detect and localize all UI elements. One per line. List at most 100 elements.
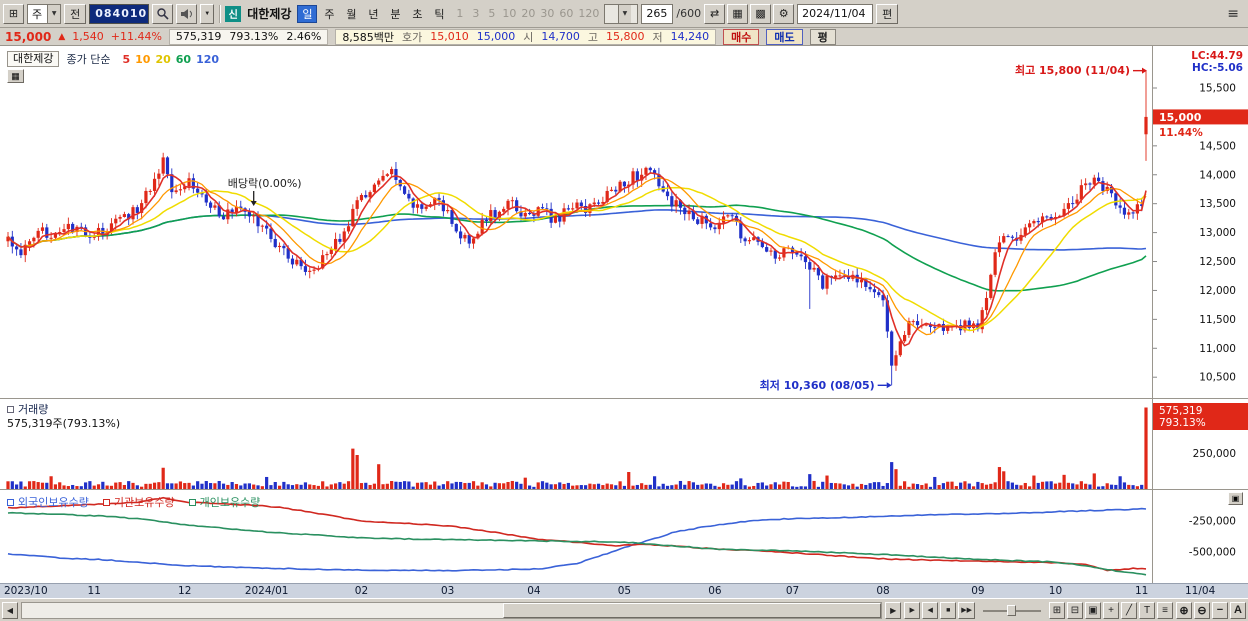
chart-scrollbar[interactable]: [21, 601, 883, 619]
zoom-controls: ⊕ ⊖ − A: [1176, 601, 1246, 619]
play-button[interactable]: ▶: [904, 601, 921, 619]
bid-price: 15,000: [476, 30, 516, 43]
timeframe-button-4[interactable]: 분: [385, 5, 405, 23]
speaker-icon[interactable]: [176, 3, 198, 24]
chart-area[interactable]: 15,500 15,000 14,500 14,000 13,500 13,000 12,5…: [0, 46, 1248, 583]
compare-icon[interactable]: ⇄: [704, 3, 726, 24]
bar-count-input[interactable]: 265: [641, 3, 674, 24]
interval-button-6[interactable]: 60: [557, 5, 575, 23]
interval-combo[interactable]: ▼: [604, 3, 639, 24]
interval-button-7[interactable]: 120: [576, 5, 601, 23]
timeframe-button-6[interactable]: 틱: [429, 5, 449, 23]
timeframe-button-0[interactable]: 일: [297, 4, 318, 23]
speaker-dropdown-icon[interactable]: ▼: [200, 3, 215, 24]
svg-text:14,000: 14,000: [1199, 169, 1236, 181]
timeframe-button-5[interactable]: 초: [407, 5, 427, 23]
period-combo[interactable]: 주 ▼: [27, 3, 62, 24]
xaxis-label: 07: [785, 585, 800, 597]
step-back-button[interactable]: ◀: [922, 601, 939, 619]
stop-button[interactable]: ■: [940, 601, 957, 619]
grid-tool-icon[interactable]: ⊞: [1049, 601, 1065, 619]
change-percent: +11.44%: [110, 30, 162, 43]
scroll-left-button[interactable]: ◀: [2, 601, 18, 619]
bar-width-slider[interactable]: [981, 602, 1043, 619]
svg-text:13,500: 13,500: [1199, 198, 1236, 210]
trendline-icon[interactable]: ╱: [1121, 601, 1137, 619]
info-bar: 15,000 ▲ 1,540 +11.44% 575,319 793.13% 2…: [0, 28, 1248, 46]
svg-text:11,500: 11,500: [1199, 314, 1236, 326]
timeframe-button-3[interactable]: 년: [363, 5, 383, 23]
date-input[interactable]: 2024/11/04: [797, 3, 874, 24]
svg-text:최저 10,360 (08/05): 최저 10,360 (08/05): [760, 378, 875, 392]
xaxis-label: 08: [876, 585, 890, 597]
region-tool-icon[interactable]: ▣: [1085, 601, 1101, 619]
chart-grid-button[interactable]: ▦: [7, 69, 24, 83]
hoga-label: 호가: [402, 30, 423, 44]
svg-text:15,500: 15,500: [1199, 83, 1236, 95]
timeframe-button-2[interactable]: 월: [341, 5, 361, 23]
interval-button-0[interactable]: 1: [452, 5, 467, 23]
indicator-tool-icon[interactable]: ≡: [1157, 601, 1173, 619]
interval-button-3[interactable]: 10: [500, 5, 518, 23]
menu-icon[interactable]: ≡: [1221, 6, 1245, 22]
time-axis: 11/04 2023/10 11 12 2024/01 02 03 04 05 06 07 08 09…: [0, 583, 1248, 598]
avg-button[interactable]: 평: [809, 28, 836, 45]
pane-tool-icon[interactable]: ⊟: [1067, 601, 1083, 619]
buy-button[interactable]: 매수: [723, 28, 760, 45]
svg-text:13,000: 13,000: [1199, 227, 1236, 239]
slider-thumb[interactable]: [1007, 604, 1016, 616]
svg-text:최고 15,800 (11/04): 최고 15,800 (11/04): [1015, 63, 1130, 77]
volume-value: 575,319: [175, 30, 222, 43]
period-combo-value: 주: [32, 7, 43, 21]
interval-button-4[interactable]: 20: [519, 5, 537, 23]
zoom-in-icon[interactable]: ⊕: [1176, 601, 1192, 619]
fast-forward-button[interactable]: ▶▶: [958, 601, 975, 619]
text-tool-icon[interactable]: T: [1139, 601, 1155, 619]
stock-code-input[interactable]: 084010: [89, 3, 150, 24]
chevron-down-icon[interactable]: ▼: [47, 4, 61, 23]
svg-text:12,500: 12,500: [1199, 256, 1236, 268]
sell-button[interactable]: 매도: [766, 28, 803, 45]
collapse-icon[interactable]: −: [1212, 601, 1228, 619]
stock-chart[interactable]: 15,500 15,000 14,500 14,000 13,500 13,000 12,5…: [0, 46, 1248, 583]
xaxis-label: 05: [617, 585, 632, 597]
xaxis-label: 10: [1048, 585, 1063, 597]
interval-button-1[interactable]: 3: [468, 5, 483, 23]
open-label: 시: [523, 30, 534, 44]
chart-window-icon[interactable]: ⊞: [3, 3, 24, 24]
search-icon[interactable]: [152, 3, 174, 24]
settings-icon[interactable]: ⚙: [773, 3, 795, 24]
ask-price: 15,010: [430, 30, 469, 43]
price-detail-summary: 8,585백만 호가 15,010 15,000 시 14,700 고 15,8…: [335, 28, 717, 45]
scrollbar-thumb[interactable]: [503, 602, 882, 618]
timeframe-buttons: 일주월년분초틱: [297, 4, 449, 23]
high-label: 고: [587, 30, 599, 44]
svg-text:250,000: 250,000: [1193, 448, 1236, 460]
xaxis-label: 09: [971, 585, 985, 597]
svg-text:-500,000: -500,000: [1189, 547, 1236, 559]
volume-summary: 575,319 793.13% 2.46%: [168, 28, 329, 45]
svg-text:14,500: 14,500: [1199, 140, 1236, 152]
interval-button-5[interactable]: 30: [538, 5, 556, 23]
last-date-label: 11/04: [1185, 585, 1216, 597]
trade-value: 8,585백만: [342, 30, 395, 44]
svg-text:10,500: 10,500: [1199, 372, 1236, 384]
timeframe-button-1[interactable]: 주: [319, 5, 339, 23]
open-price: 14,700: [541, 30, 580, 43]
pane-restore-icon[interactable]: ▣: [1228, 492, 1243, 505]
stock-name[interactable]: 대한제강: [244, 5, 294, 22]
chevron-down-icon[interactable]: ▼: [617, 4, 631, 23]
zoom-out-icon[interactable]: ⊖: [1194, 601, 1210, 619]
svg-text:15,000: 15,000: [1159, 111, 1202, 124]
scroll-right-button[interactable]: ▶: [885, 601, 902, 619]
crosshair-icon[interactable]: +: [1103, 601, 1119, 619]
svg-text:11,000: 11,000: [1199, 343, 1236, 355]
pyeon-button[interactable]: 편: [876, 3, 899, 24]
jeon-button[interactable]: 전: [64, 3, 87, 24]
chart-style-icon[interactable]: ▦: [727, 3, 749, 24]
save-icon[interactable]: ▩: [750, 3, 772, 24]
interval-button-2[interactable]: 5: [484, 5, 499, 23]
turnover-ratio: 2.46%: [286, 30, 322, 43]
auto-scale-button[interactable]: A: [1230, 601, 1246, 619]
chart-tools: ⊞ ⊟ ▣ + ╱ T ≡: [1049, 601, 1173, 619]
